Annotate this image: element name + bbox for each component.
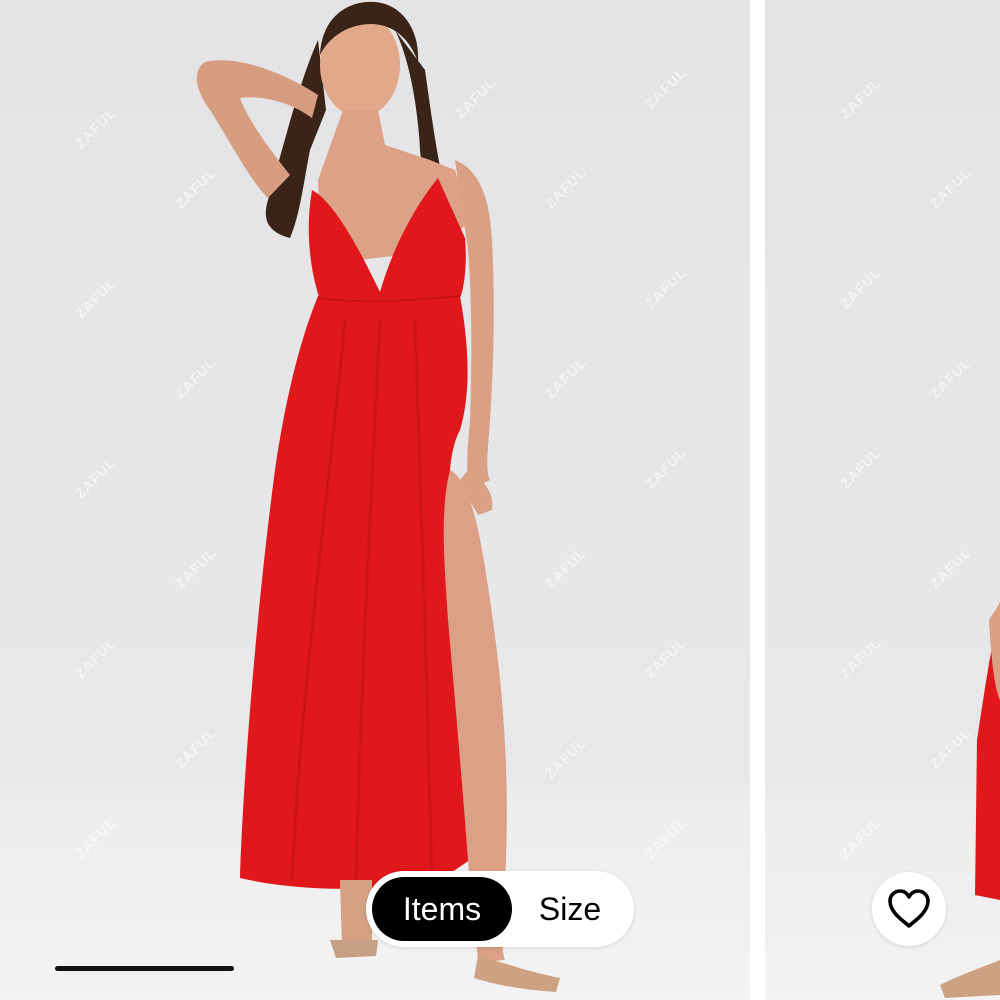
product-photo [196,1,560,992]
gallery-progress-fill [55,966,234,971]
product-photo [940,600,1000,998]
favorite-button[interactable] [872,872,946,946]
heart-outline-icon [888,889,930,928]
items-size-toggle: Items Size [366,871,634,947]
items-tab-button[interactable]: Items [372,877,512,941]
gallery-progress-indicator [55,966,745,971]
product-image-slide[interactable]: ZAFUL ZAFUL ZAFUL ZAFUL ZAFUL ZAFUL ZAFU… [765,0,1000,1000]
product-image-gallery[interactable]: ZAFUL ZAFUL ZAFUL ZAFUL ZAFUL ZAFUL ZAFU… [0,0,1000,1000]
size-tab-button[interactable]: Size [516,877,624,941]
product-image-slide[interactable]: ZAFUL ZAFUL ZAFUL ZAFUL ZAFUL ZAFUL ZAFU… [0,0,750,1000]
